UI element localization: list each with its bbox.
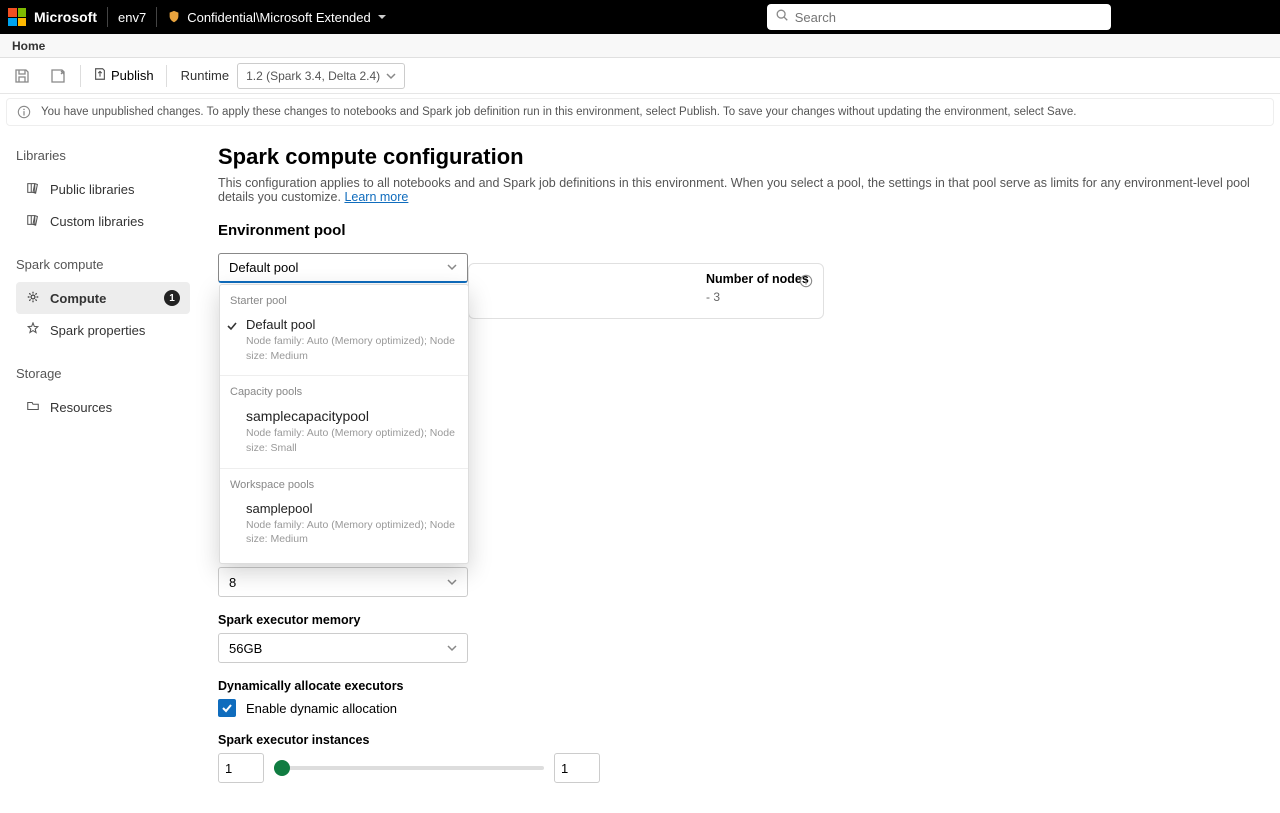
dropdown-section-starter: Starter pool bbox=[220, 291, 468, 311]
publish-label: Publish bbox=[111, 68, 154, 83]
nodes-card-value: - 3 bbox=[706, 290, 811, 304]
executor-instances-label: Spark executor instances bbox=[218, 733, 1260, 747]
environment-pool-dropdown[interactable]: Default pool Starter pool Default pool N… bbox=[218, 253, 468, 283]
publish-button[interactable]: Publish bbox=[89, 67, 158, 84]
option-name: samplepool bbox=[246, 501, 458, 516]
sidebar-group-spark-compute: Spark compute bbox=[16, 257, 190, 272]
executor-memory-value: 56GB bbox=[229, 641, 262, 656]
divider bbox=[80, 65, 81, 87]
instance-slider[interactable] bbox=[274, 766, 544, 770]
learn-more-link[interactable]: Learn more bbox=[344, 190, 408, 204]
nodes-card-label: Number of nodes bbox=[706, 272, 811, 286]
chevron-down-icon bbox=[377, 12, 387, 22]
runtime-dropdown[interactable]: 1.2 (Spark 3.4, Delta 2.4) bbox=[237, 63, 405, 89]
pool-dropdown-panel: Starter pool Default pool Node family: A… bbox=[219, 284, 469, 564]
instance-max-input[interactable] bbox=[554, 753, 600, 783]
sidebar: Libraries Public libraries Custom librar… bbox=[0, 130, 198, 813]
page-description: This configuration applies to all notebo… bbox=[218, 176, 1260, 204]
nodes-card: Number of nodes - 3 bbox=[468, 263, 824, 319]
chevron-down-icon bbox=[447, 575, 457, 590]
sidebar-item-compute[interactable]: Compute 1 bbox=[16, 282, 190, 314]
sensitivity-dropdown[interactable]: Confidential\Microsoft Extended bbox=[167, 10, 387, 25]
option-name: Default pool bbox=[246, 317, 458, 332]
option-name: samplecapacitypool bbox=[246, 408, 458, 424]
info-bar: You have unpublished changes. To apply t… bbox=[6, 98, 1274, 126]
runtime-value: 1.2 (Spark 3.4, Delta 2.4) bbox=[246, 69, 380, 83]
ms-tiles-icon bbox=[8, 8, 26, 26]
executor-cores-dropdown[interactable]: 8 bbox=[218, 567, 468, 597]
sidebar-item-label: Compute bbox=[50, 291, 106, 306]
sidebar-item-spark-properties[interactable]: Spark properties bbox=[16, 314, 190, 346]
folder-icon bbox=[26, 399, 40, 416]
dynamic-allocation-label: Dynamically allocate executors bbox=[218, 679, 1260, 693]
save-button[interactable] bbox=[8, 62, 36, 90]
sidebar-item-label: Spark properties bbox=[50, 323, 145, 338]
divider bbox=[220, 468, 468, 469]
page-title: Spark compute configuration bbox=[218, 144, 1260, 170]
checkmark-icon bbox=[226, 320, 238, 335]
sidebar-item-custom-libraries[interactable]: Custom libraries bbox=[16, 205, 190, 237]
search-input[interactable] bbox=[795, 10, 1103, 25]
info-icon[interactable] bbox=[799, 274, 813, 293]
shield-icon bbox=[167, 10, 181, 24]
top-header: Microsoft env7 Confidential\Microsoft Ex… bbox=[0, 0, 1280, 34]
option-detail: Node family: Auto (Memory optimized); No… bbox=[246, 426, 458, 455]
separator bbox=[107, 7, 108, 27]
home-strip: Home bbox=[0, 34, 1280, 58]
dropdown-section-workspace: Workspace pools bbox=[220, 475, 468, 495]
badge-count: 1 bbox=[164, 290, 180, 306]
executor-memory-label: Spark executor memory bbox=[218, 613, 1260, 627]
executor-cores-value: 8 bbox=[229, 575, 236, 590]
option-detail: Node family: Auto (Memory optimized); No… bbox=[246, 334, 458, 363]
library-icon bbox=[26, 181, 40, 198]
gear-icon bbox=[26, 290, 40, 307]
dropdown-section-capacity: Capacity pools bbox=[220, 382, 468, 402]
pool-option-default[interactable]: Default pool Node family: Auto (Memory o… bbox=[220, 311, 468, 369]
library-icon bbox=[26, 213, 40, 230]
discard-button[interactable] bbox=[44, 62, 72, 90]
chevron-down-icon bbox=[447, 641, 457, 656]
runtime-label: Runtime bbox=[181, 68, 229, 83]
chevron-down-icon bbox=[386, 71, 396, 81]
publish-icon bbox=[93, 67, 107, 84]
spark-icon bbox=[26, 322, 40, 339]
sidebar-item-label: Public libraries bbox=[50, 182, 135, 197]
slider-thumb[interactable] bbox=[274, 760, 290, 776]
option-detail: Node family: Auto (Memory optimized); No… bbox=[246, 518, 458, 547]
enable-dynamic-checkbox[interactable] bbox=[218, 699, 236, 717]
enable-dynamic-label: Enable dynamic allocation bbox=[246, 701, 397, 716]
brand-label: Microsoft bbox=[34, 9, 97, 25]
command-bar: Publish Runtime 1.2 (Spark 3.4, Delta 2.… bbox=[0, 58, 1280, 94]
sidebar-group-libraries: Libraries bbox=[16, 148, 190, 163]
divider bbox=[220, 375, 468, 376]
chevron-down-icon bbox=[447, 260, 457, 275]
environment-pool-heading: Environment pool bbox=[218, 222, 1260, 239]
pool-option-sample[interactable]: samplepool Node family: Auto (Memory opt… bbox=[220, 495, 468, 553]
sidebar-item-label: Custom libraries bbox=[50, 214, 144, 229]
environment-name-label: env7 bbox=[118, 10, 146, 25]
search-icon bbox=[775, 8, 789, 27]
info-message: You have unpublished changes. To apply t… bbox=[41, 106, 1076, 118]
pool-option-samplecapacity[interactable]: samplecapacitypool Node family: Auto (Me… bbox=[220, 402, 468, 461]
search-box[interactable] bbox=[767, 4, 1111, 30]
instance-min-input[interactable] bbox=[218, 753, 264, 783]
sidebar-item-resources[interactable]: Resources bbox=[16, 391, 190, 423]
content: Spark compute configuration This configu… bbox=[198, 130, 1280, 813]
microsoft-logo[interactable]: Microsoft bbox=[8, 8, 97, 26]
sidebar-item-public-libraries[interactable]: Public libraries bbox=[16, 173, 190, 205]
selected-pool-value: Default pool bbox=[229, 260, 298, 275]
sensitivity-label: Confidential\Microsoft Extended bbox=[187, 10, 371, 25]
sidebar-group-storage: Storage bbox=[16, 366, 190, 381]
divider bbox=[166, 65, 167, 87]
separator bbox=[156, 7, 157, 27]
sidebar-item-label: Resources bbox=[50, 400, 112, 415]
executor-memory-dropdown[interactable]: 56GB bbox=[218, 633, 468, 663]
info-icon bbox=[17, 105, 31, 119]
home-link[interactable]: Home bbox=[12, 39, 45, 53]
